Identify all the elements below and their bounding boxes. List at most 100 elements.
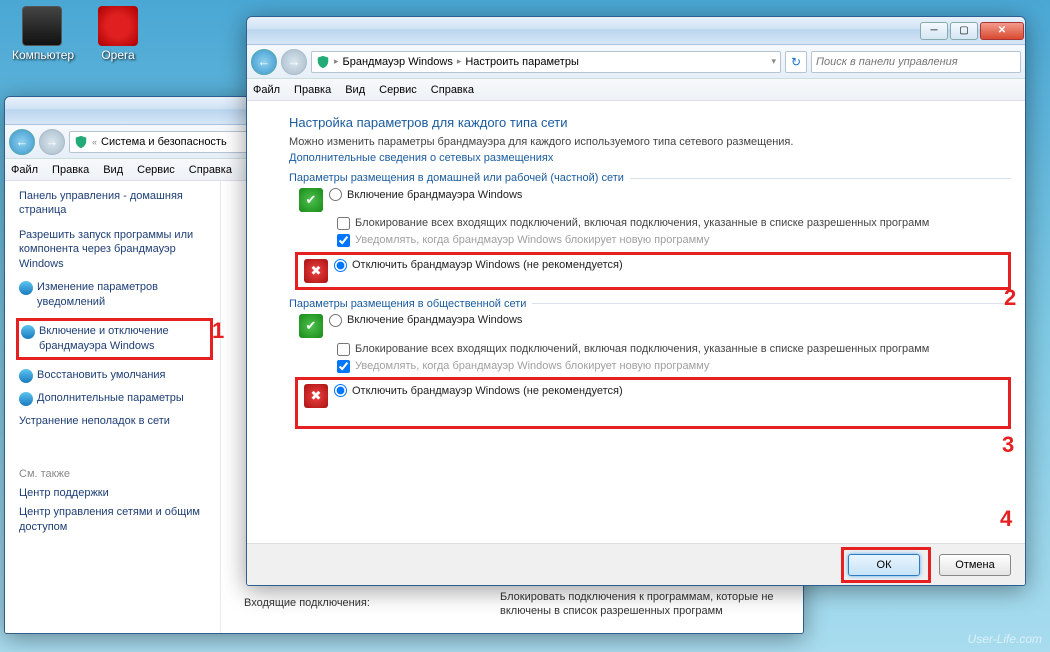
radio-input[interactable] — [334, 259, 347, 272]
breadcrumb-item[interactable]: Настроить параметры — [465, 56, 579, 68]
sidebar-link-restore[interactable]: Восстановить умолчания — [19, 368, 210, 383]
page-subtitle: Можно изменить параметры брандмауэра для… — [289, 136, 1011, 148]
page-title: Настройка параметров для каждого типа се… — [289, 115, 1011, 130]
annotation-4: 4 — [1000, 506, 1012, 532]
back-address-text: Система и безопасность — [101, 136, 227, 148]
radio-input[interactable] — [334, 384, 347, 397]
incoming-value: Блокировать подключения к программам, ко… — [500, 590, 800, 619]
annotation-1: 1 — [212, 318, 224, 344]
sidebar-link-advanced[interactable]: Дополнительные параметры — [19, 391, 210, 406]
shield-green-icon: ✔ — [299, 314, 323, 338]
shield-red-icon: ✖ — [304, 384, 328, 408]
menu-edit[interactable]: Правка — [52, 164, 89, 176]
menu-help[interactable]: Справка — [189, 164, 232, 176]
shield-icon — [316, 55, 330, 69]
checkbox-input[interactable] — [337, 234, 350, 247]
back-sidebar: Панель управления - домашняя страница Ра… — [5, 181, 221, 633]
menu-tools[interactable]: Сервис — [379, 84, 417, 96]
incoming-label: Входящие подключения: — [244, 596, 370, 610]
cancel-button[interactable]: Отмена — [939, 554, 1011, 576]
menu-help[interactable]: Справка — [431, 84, 474, 96]
radio-input[interactable] — [329, 314, 342, 327]
checkbox-label: Блокирование всех входящих подключений, … — [355, 216, 929, 230]
radio-input[interactable] — [329, 188, 342, 201]
shield-green-icon: ✔ — [299, 188, 323, 212]
breadcrumb-item[interactable]: Брандмауэр Windows — [343, 56, 453, 68]
refresh-button[interactable]: ↻ — [785, 51, 807, 73]
computer-icon — [22, 6, 62, 46]
desktop-icon-label: Opera — [88, 48, 148, 62]
checkbox-input[interactable] — [337, 360, 350, 373]
radio-label: Включение брандмауэра Windows — [347, 189, 522, 201]
content-area: Настройка параметров для каждого типа се… — [247, 101, 1025, 543]
desktop-icon-computer[interactable]: Компьютер — [12, 6, 72, 62]
help-link[interactable]: Дополнительные сведения о сетевых размещ… — [289, 152, 1011, 164]
radio-firewall-on-private[interactable]: Включение брандмауэра Windows — [329, 188, 1011, 201]
group-public-title: Параметры размещения в общественной сети — [289, 298, 1011, 310]
sidebar-link-toggle-firewall[interactable]: Включение и отключение брандмауэра Windo… — [16, 318, 213, 360]
forward-button-icon[interactable]: → — [281, 49, 307, 75]
radio-label: Отключить брандмауэр Windows (не рекомен… — [352, 259, 623, 271]
maximize-button[interactable] — [950, 22, 978, 40]
checkbox-label: Уведомлять, когда брандмауэр Windows бло… — [355, 233, 709, 247]
desktop-icon-opera[interactable]: Opera — [88, 6, 148, 62]
radio-firewall-off-private[interactable]: Отключить брандмауэр Windows (не рекомен… — [334, 259, 623, 272]
highlight-frame-4: ОК — [841, 547, 931, 583]
ok-button[interactable]: ОК — [848, 554, 920, 576]
checkbox-block-all-public[interactable]: Блокирование всех входящих подключений, … — [337, 342, 1011, 356]
menu-view[interactable]: Вид — [103, 164, 123, 176]
close-button[interactable] — [980, 22, 1024, 40]
forward-button-icon[interactable]: → — [39, 129, 65, 155]
menu-tools[interactable]: Сервис — [137, 164, 175, 176]
group-private-title: Параметры размещения в домашней или рабо… — [289, 172, 1011, 184]
dropdown-icon[interactable]: ▾ — [771, 56, 776, 67]
desktop-icon-label: Компьютер — [12, 48, 72, 62]
sidebar-link-label: Изменение параметров уведомлений — [37, 280, 210, 310]
sidebar-link-label: Дополнительные параметры — [37, 391, 184, 406]
see-also-label: См. также — [19, 468, 210, 480]
highlight-frame-3: ✖ Отключить брандмауэр Windows (не реком… — [295, 377, 1011, 429]
menu-file[interactable]: Файл — [253, 84, 280, 96]
checkbox-input[interactable] — [337, 343, 350, 356]
annotation-2: 2 — [1004, 285, 1016, 311]
minimize-button[interactable] — [920, 22, 948, 40]
sidebar-link-network-center[interactable]: Центр управления сетями и общим доступом — [19, 505, 210, 535]
sidebar-heading[interactable]: Панель управления - домашняя страница — [19, 189, 210, 218]
menu-view[interactable]: Вид — [345, 84, 365, 96]
search-input[interactable] — [811, 51, 1021, 73]
dialog-footer: ОК Отмена — [247, 543, 1025, 585]
radio-firewall-off-public[interactable]: Отключить брандмауэр Windows (не рекомен… — [334, 384, 623, 397]
back-button-icon[interactable]: ← — [251, 49, 277, 75]
front-window: ← → ▸ Брандмауэр Windows ▸ Настроить пар… — [246, 16, 1026, 586]
annotation-3: 3 — [1002, 432, 1014, 458]
checkbox-notify-public[interactable]: Уведомлять, когда брандмауэр Windows бло… — [337, 359, 1011, 373]
chevron-right-icon: ▸ — [334, 56, 339, 67]
front-navbar: ← → ▸ Брандмауэр Windows ▸ Настроить пар… — [247, 45, 1025, 79]
checkbox-label: Блокирование всех входящих подключений, … — [355, 342, 929, 356]
sidebar-link-support[interactable]: Центр поддержки — [19, 486, 210, 501]
sidebar-link-label: Восстановить умолчания — [37, 368, 166, 383]
sidebar-link-notifications[interactable]: Изменение параметров уведомлений — [19, 280, 210, 310]
shield-icon — [74, 135, 88, 149]
front-menubar: Файл Правка Вид Сервис Справка — [247, 79, 1025, 101]
front-address-bar[interactable]: ▸ Брандмауэр Windows ▸ Настроить парамет… — [311, 51, 781, 73]
shield-red-icon: ✖ — [304, 259, 328, 283]
checkbox-block-all-private[interactable]: Блокирование всех входящих подключений, … — [337, 216, 1011, 230]
highlight-frame-2: ✖ Отключить брандмауэр Windows (не реком… — [295, 252, 1011, 290]
front-titlebar[interactable] — [247, 17, 1025, 45]
sidebar-link-allow[interactable]: Разрешить запуск программы или компонент… — [19, 228, 210, 273]
checkbox-notify-private[interactable]: Уведомлять, когда брандмауэр Windows бло… — [337, 233, 1011, 247]
watermark: User-Life.com — [968, 632, 1042, 646]
menu-file[interactable]: Файл — [11, 164, 38, 176]
sidebar-link-label: Включение и отключение брандмауэра Windo… — [39, 324, 208, 354]
chevron-right-icon: ▸ — [457, 56, 462, 67]
radio-firewall-on-public[interactable]: Включение брандмауэра Windows — [329, 314, 1011, 327]
menu-edit[interactable]: Правка — [294, 84, 331, 96]
sidebar-link-troubleshoot[interactable]: Устранение неполадок в сети — [19, 414, 210, 429]
checkbox-label: Уведомлять, когда брандмауэр Windows бло… — [355, 359, 709, 373]
checkbox-input[interactable] — [337, 217, 350, 230]
back-button-icon[interactable]: ← — [9, 129, 35, 155]
radio-label: Отключить брандмауэр Windows (не рекомен… — [352, 385, 623, 397]
opera-icon — [98, 6, 138, 46]
radio-label: Включение брандмауэра Windows — [347, 314, 522, 326]
